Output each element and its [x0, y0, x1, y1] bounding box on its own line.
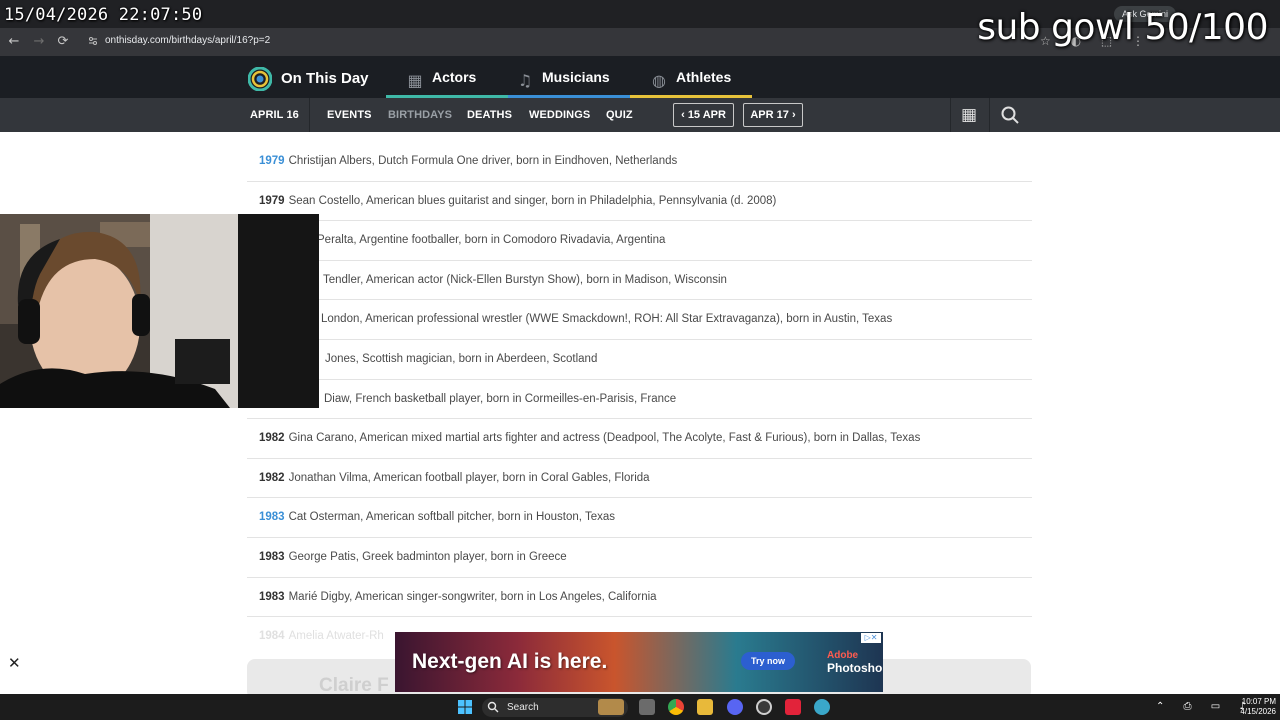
webcam-overlay — [0, 214, 319, 408]
ad-brand: Adobe Photoshop — [827, 649, 883, 675]
birth-description: Cat Osterman, American softball pitcher,… — [288, 511, 616, 524]
reload-icon[interactable]: ⟳ — [55, 34, 71, 50]
list-item: 1983 George Patis, Greek badminton player… — [247, 538, 1032, 578]
search-highlight-icon — [598, 699, 624, 715]
site-name[interactable]: On This Day — [281, 70, 369, 87]
section-musicians-label: Musicians — [542, 69, 610, 85]
taskbar-time: 10:07 PM — [1241, 697, 1276, 706]
list-item: London, American professional wrestler (… — [247, 300, 1032, 340]
list-item: Diaw, French basketball player, born in … — [247, 380, 1032, 420]
birth-description: Peralta, Argentine footballer, born in C… — [317, 234, 666, 247]
browser-app-icon[interactable] — [814, 699, 830, 715]
nav-quiz[interactable]: QUIZ — [606, 98, 633, 132]
section-musicians[interactable]: ♫ Musicians — [516, 56, 610, 98]
year: 1984 — [259, 630, 285, 643]
search-icon[interactable] — [1000, 105, 1020, 125]
birth-description: Gina Carano, American mixed martial arts… — [288, 432, 921, 445]
year-link[interactable]: 1979 — [259, 155, 285, 167]
calendar-icon[interactable]: ▦ — [959, 105, 979, 125]
chrome-icon[interactable] — [668, 699, 684, 715]
year: 1983 — [259, 590, 285, 603]
music-note-icon: ♫ — [517, 71, 533, 90]
section-actors-label: Actors — [432, 69, 477, 85]
birth-description: Christijan Albers, Dutch Formula One dri… — [288, 155, 678, 167]
birthdays-list: 1979 Christijan Albers, Dutch Formula One… — [247, 142, 1032, 657]
nav-deaths[interactable]: DEATHS — [467, 98, 512, 132]
taskbar-clock[interactable]: 10:07 PM 4/15/2026 — [1236, 697, 1276, 717]
site-header — [0, 56, 1280, 98]
nav-birthdays[interactable]: BIRTHDAYS — [388, 98, 452, 132]
sub-goal-counter: sub gowl 50/100 — [977, 7, 1268, 48]
list-item: Jones, Scottish magician, born in Aberde… — [247, 340, 1032, 380]
site-settings-icon[interactable] — [88, 36, 98, 46]
forward-icon[interactable]: → — [31, 34, 47, 50]
birth-description: Jones, Scottish magician, born in Aberde… — [325, 352, 598, 365]
ad-close-icon[interactable]: ▷✕ — [861, 633, 881, 643]
obs-icon[interactable] — [756, 699, 772, 715]
taskbar-search-label: Search — [507, 702, 539, 713]
year: 1979 — [259, 194, 285, 207]
ball-icon: ◍ — [652, 71, 666, 90]
ad-try-now-button[interactable]: Try now — [741, 652, 796, 670]
next-day-label: APR 17 — [750, 109, 789, 121]
address-bar[interactable]: onthisday.com/birthdays/april/16?p=2 — [105, 35, 270, 46]
stream-clock: 15/04/2026 22:07:50 — [4, 5, 203, 25]
list-item: 1979 Sean Costello, American blues guitar… — [247, 182, 1032, 222]
list-item: 1979 Christijan Albers, Dutch Formula One… — [247, 142, 1032, 182]
year: 1983 — [259, 550, 285, 563]
opera-icon[interactable] — [785, 699, 801, 715]
nav-weddings[interactable]: WEDDINGS — [529, 98, 590, 132]
year: 1982 — [259, 432, 285, 445]
previous-day-button[interactable]: ‹ 15 APR — [673, 103, 734, 127]
date-sub-navigation — [0, 98, 1280, 132]
birth-description: London, American professional wrestler (… — [321, 313, 893, 326]
list-item: 1982 Gina Carano, American mixed martial … — [247, 419, 1032, 459]
year: 1982 — [259, 471, 285, 484]
list-item: Peralta, Argentine footballer, born in C… — [247, 221, 1032, 261]
windows-start-icon[interactable] — [457, 699, 473, 715]
webcam-feed-image — [0, 214, 319, 408]
section-actors[interactable]: ▦ Actors — [406, 56, 476, 98]
divider — [309, 98, 310, 132]
file-explorer-icon[interactable] — [697, 699, 713, 715]
previous-day-label: 15 APR — [687, 109, 726, 121]
on-this-day-logo-icon[interactable] — [248, 67, 272, 91]
film-icon: ▦ — [407, 71, 423, 90]
current-date-label[interactable]: APRIL 16 — [250, 98, 299, 132]
list-item: 1982 Jonathan Vilma, American football pl… — [247, 459, 1032, 499]
close-ad-icon[interactable]: ✕ — [8, 654, 21, 672]
divider — [989, 98, 990, 132]
advertisement-banner[interactable]: Next-gen AI is here. Try now Adobe Photo… — [395, 632, 883, 692]
list-item: 1983 Cat Osterman, American softball pitc… — [247, 498, 1032, 538]
ad-headline: Next-gen AI is here. — [412, 650, 608, 673]
chevron-right-icon: › — [788, 109, 796, 121]
birth-description: Marié Digby, American singer-songwriter,… — [288, 590, 657, 603]
birth-description: Tendler, American actor (Nick-Ellen Burs… — [323, 273, 727, 286]
chevron-left-icon: ‹ — [681, 109, 688, 121]
year-link[interactable]: 1983 — [259, 511, 285, 523]
task-view-icon[interactable] — [639, 699, 655, 715]
list-item: 1983 Marié Digby, American singer-songwri… — [247, 578, 1032, 618]
section-athletes-label: Athletes — [676, 69, 732, 85]
search-icon — [487, 701, 499, 713]
next-day-button[interactable]: APR 17 › — [743, 103, 803, 127]
birth-description: George Patis, Greek badminton player, bo… — [288, 550, 567, 563]
taskbar-date: 4/15/2026 — [1240, 707, 1276, 716]
birth-description: Jonathan Vilma, American football player… — [288, 471, 650, 484]
list-item: Tendler, American actor (Nick-Ellen Burs… — [247, 261, 1032, 301]
discord-icon[interactable] — [727, 699, 743, 715]
section-athletes[interactable]: ◍ Athletes — [650, 56, 731, 98]
divider — [950, 98, 951, 132]
back-icon[interactable]: ← — [6, 34, 22, 50]
screen: Ask Gemini ← → ⟳ onthisday.com/birthdays… — [0, 0, 1280, 720]
birth-description: Amelia Atwater-Rh — [288, 630, 384, 643]
birth-description: Sean Costello, American blues guitarist … — [288, 194, 777, 207]
ad-brand-photoshop: Photoshop — [827, 661, 883, 675]
birth-description: Diaw, French basketball player, born in … — [324, 392, 677, 405]
nav-events[interactable]: EVENTS — [327, 98, 372, 132]
